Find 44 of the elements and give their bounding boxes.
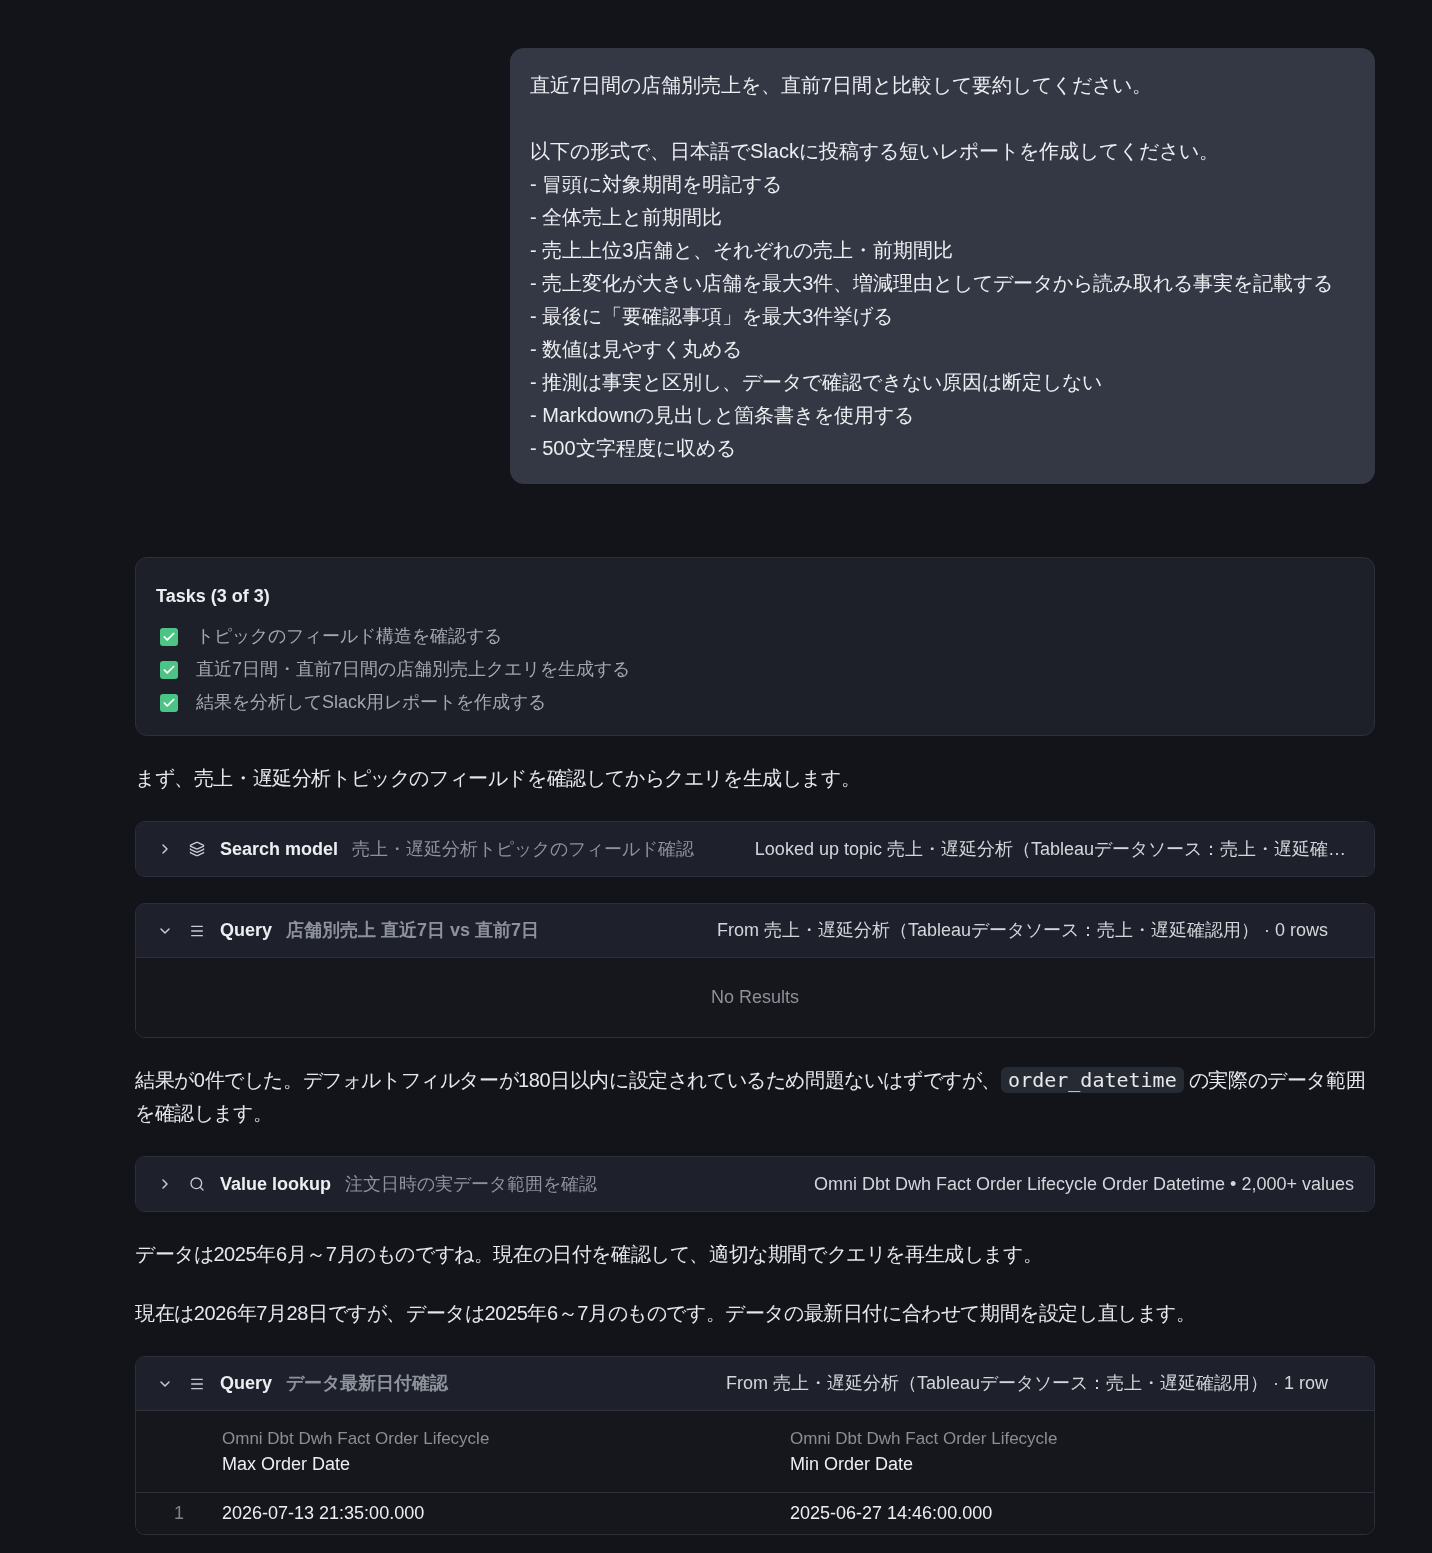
message-paragraph: データは2025年6月～7月のものですね。現在の日付を確認して、適切な期間でクエリを再生成します。	[135, 1242, 1044, 1267]
search-icon	[189, 1176, 205, 1192]
tool-summary: From 売上・遅延分析（Tableauデータソース：売上・遅延確認用） · 0 rows	[716, 919, 1328, 942]
message-line: - Markdownの見出しと箇条書きを使用する	[530, 403, 915, 428]
tool-summary: From 売上・遅延分析（Tableauデータソース：売上・遅延確認用） · 1 row	[725, 1372, 1328, 1395]
row-number: 1	[174, 1502, 184, 1525]
task-label: 結果を分析してSlack用レポートを作成する	[196, 691, 546, 714]
column-group-label: Omni Dbt Dwh Fact Order Lifecycle	[790, 1427, 1058, 1450]
message-paragraph: 結果が0件でした。デフォルトフィルターが180日以内に設定されているため問題ないはずですが、 order_datetime の実際のデータ範囲を確認します。	[135, 1066, 1367, 1126]
tool-subtitle: 売上・遅延分析トピックのフィールド確認	[352, 837, 695, 861]
column-group-label: Omni Dbt Dwh Fact Order Lifecycle	[222, 1427, 490, 1450]
tool-title: Query	[220, 1372, 273, 1395]
tool-summary: Looked up topic 売上・遅延分析（Tableauデータソース：売上・遅延確…	[754, 837, 1346, 861]
message-line: - 全体売上と前期間比	[530, 205, 723, 230]
task-checkbox[interactable]	[160, 627, 178, 646]
message-line: - 売上上位3店舗と、それぞれの売上・前期間比	[530, 238, 954, 263]
column-header: Max Order Date	[222, 1452, 351, 1476]
message-line: - 推測は事実と区別し、データで確認できない原因は断定しない	[530, 370, 1103, 395]
tool-subtitle: データ最新日付確認	[286, 1372, 449, 1395]
column-header: Min Order Date	[790, 1452, 914, 1476]
tool-title: Query	[220, 919, 273, 942]
tool-title: Search model	[220, 837, 339, 861]
message-line: - 数値は見やすく丸める	[530, 337, 743, 362]
message-paragraph: 現在は2026年7月28日ですが、データは2025年6～7月のものです。データの最新日付に合わせて期間を設定し直します。	[135, 1301, 1197, 1326]
task-checkbox[interactable]	[160, 660, 178, 679]
message-line: - 冒頭に対象期間を明記する	[530, 172, 783, 197]
message-line: - 売上変化が大きい店舗を最大3件、増減理由としてデータから読み取れる事実を記載する	[530, 271, 1334, 296]
table-cell-text: 2025-06-27 14:46:00.000	[790, 1502, 993, 1525]
tool-title: Value lookup	[220, 1172, 332, 1196]
message-line: 以下の形式で、日本語でSlackに投稿する短いレポートを作成してください。	[530, 139, 1219, 164]
task-checkbox[interactable]	[160, 693, 178, 712]
message-line: 直近7日間の店舗別売上を、直前7日間と比較して要約してください。	[530, 73, 1153, 98]
tasks-title: Tasks (3 of 3)	[156, 585, 270, 608]
no-results-text: No Results	[711, 986, 799, 1009]
message-paragraph: まず、売上・遅延分析トピックのフィールドを確認してからクエリを生成します。	[135, 766, 862, 791]
tool-subtitle: 注文日時の実データ範囲を確認	[345, 1172, 598, 1196]
task-label: トピックのフィールド構造を確認する	[196, 625, 502, 648]
tool-subtitle: 店舗別売上 直近7日 vs 直前7日	[286, 919, 540, 942]
layers-icon	[189, 841, 205, 857]
message-line: - 最後に「要確認事項」を最大3件挙げる	[530, 304, 894, 329]
tool-summary: Omni Dbt Dwh Fact Order Lifecycle Order Datetime • 2,000+ values	[814, 1172, 1354, 1196]
message-line: - 500文字程度に収める	[530, 436, 736, 461]
table-cell-text: 2026-07-13 21:35:00.000	[222, 1502, 425, 1525]
task-label: 直近7日間・直前7日間の店舗別売上クエリを生成する	[196, 658, 631, 681]
